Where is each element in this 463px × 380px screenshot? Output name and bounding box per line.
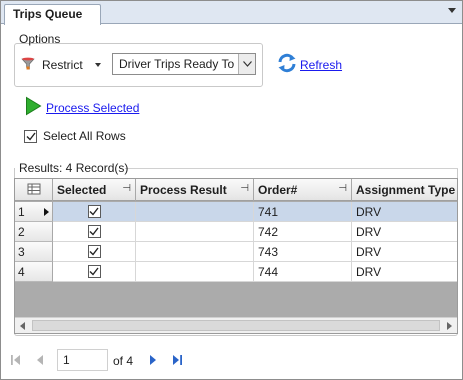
first-page-icon — [11, 355, 20, 365]
order-cell[interactable]: 741 — [254, 202, 352, 222]
pager: 1 of 4 — [1, 345, 462, 375]
results-grid: Selected ⊣ Process Result ⊣ Order# ⊣ Ass… — [14, 178, 458, 334]
next-page-button[interactable] — [147, 354, 159, 366]
current-row-arrow-icon — [44, 208, 49, 216]
restrict-filter-value: Driver Trips Ready To S — [119, 57, 238, 71]
process-result-cell[interactable] — [136, 202, 254, 222]
chevron-down-icon[interactable] — [238, 54, 255, 74]
refresh-button[interactable]: Refresh — [276, 52, 342, 77]
tab-trips-queue[interactable]: Trips Queue — [4, 4, 101, 25]
column-header-assignment-type[interactable]: Assignment Type — [352, 179, 457, 201]
restrict-label: Restrict — [42, 58, 83, 72]
row-number: 1 — [18, 204, 25, 219]
row-number: 4 — [18, 264, 25, 279]
refresh-link[interactable]: Refresh — [300, 58, 342, 72]
row-header[interactable]: 1 — [15, 202, 53, 222]
column-header-label: Assignment Type — [356, 183, 456, 197]
assignment-type-cell[interactable]: DRV — [352, 202, 457, 222]
selected-cell[interactable] — [53, 202, 136, 222]
order-cell[interactable]: 742 — [254, 222, 352, 242]
table-row[interactable]: 4 744 DRV — [15, 262, 457, 282]
column-chooser-icon — [27, 183, 41, 198]
column-header-order[interactable]: Order# ⊣ — [254, 179, 352, 201]
selected-cell[interactable] — [53, 222, 136, 242]
order-cell[interactable]: 744 — [254, 262, 352, 282]
row-number: 2 — [18, 224, 25, 239]
select-all-checkbox[interactable] — [24, 129, 37, 143]
select-all-label: Select All Rows — [43, 129, 126, 143]
process-result-cell[interactable] — [136, 222, 254, 242]
column-header-selected[interactable]: Selected ⊣ — [53, 179, 136, 201]
first-page-button[interactable] — [10, 354, 22, 366]
results-count-label: Results: 4 Record(s) — [19, 161, 129, 175]
row-select-checkbox[interactable] — [87, 245, 101, 258]
process-selected-button[interactable]: Process Selected — [25, 96, 139, 119]
table-row[interactable]: 1 741 DRV — [15, 202, 457, 222]
previous-page-button[interactable] — [34, 354, 46, 366]
row-header[interactable]: 2 — [15, 222, 53, 242]
pin-icon[interactable]: ⊣ — [338, 183, 347, 194]
grid-header-row: Selected ⊣ Process Result ⊣ Order# ⊣ Ass… — [15, 179, 457, 201]
results-group-divider — [125, 168, 458, 169]
assignment-type-cell[interactable]: DRV — [352, 222, 457, 242]
horizontal-scrollbar[interactable] — [15, 317, 457, 333]
pin-icon[interactable]: ⊣ — [122, 183, 131, 194]
row-header[interactable]: 3 — [15, 242, 53, 262]
column-header-label: Selected — [57, 183, 107, 197]
pin-icon[interactable]: ⊣ — [240, 183, 249, 194]
page-count-label: of 4 — [113, 354, 134, 368]
last-page-button[interactable] — [171, 354, 183, 366]
scroll-left-arrow-icon[interactable] — [20, 322, 25, 330]
tab-menu-chevron-down-icon[interactable] — [448, 8, 456, 13]
column-header-label: Process Result — [140, 183, 227, 197]
process-result-cell[interactable] — [136, 262, 254, 282]
select-all-rows-checkbox[interactable]: Select All Rows — [24, 129, 126, 143]
assignment-type-cell[interactable]: DRV — [352, 242, 457, 262]
assignment-type-cell[interactable]: DRV — [352, 262, 457, 282]
page-number-input[interactable]: 1 — [57, 349, 108, 371]
last-page-icon — [173, 355, 182, 365]
column-header-label: Order# — [258, 183, 298, 197]
process-result-cell[interactable] — [136, 242, 254, 262]
row-select-checkbox[interactable] — [87, 225, 101, 238]
restrict-filter-select[interactable]: Driver Trips Ready To S — [112, 53, 256, 75]
options-group-label: Options — [19, 32, 61, 46]
selected-cell[interactable] — [53, 262, 136, 282]
tab-strip: Trips Queue — [1, 1, 462, 25]
scroll-right-arrow-icon[interactable] — [447, 322, 452, 330]
row-select-checkbox[interactable] — [87, 205, 101, 218]
trips-queue-panel: Trips Queue Options Restrict Driver Trip… — [0, 0, 463, 380]
process-selected-link[interactable]: Process Selected — [46, 101, 139, 115]
order-cell[interactable]: 743 — [254, 242, 352, 262]
filter-funnel-icon — [20, 56, 36, 75]
chevron-down-icon — [94, 63, 101, 67]
column-chooser-button[interactable] — [15, 179, 53, 201]
scrollbar-thumb[interactable] — [32, 320, 440, 331]
previous-page-icon — [37, 355, 43, 365]
play-arrow-icon — [25, 96, 42, 119]
restrict-button[interactable]: Restrict — [20, 56, 101, 74]
table-row[interactable]: 3 743 DRV — [15, 242, 457, 262]
refresh-icon — [276, 52, 298, 77]
column-header-process-result[interactable]: Process Result ⊣ — [136, 179, 254, 201]
table-row[interactable]: 2 742 DRV — [15, 222, 457, 242]
row-header[interactable]: 4 — [15, 262, 53, 282]
selected-cell[interactable] — [53, 242, 136, 262]
next-page-icon — [150, 355, 156, 365]
row-select-checkbox[interactable] — [87, 265, 101, 278]
row-number: 3 — [18, 244, 25, 259]
